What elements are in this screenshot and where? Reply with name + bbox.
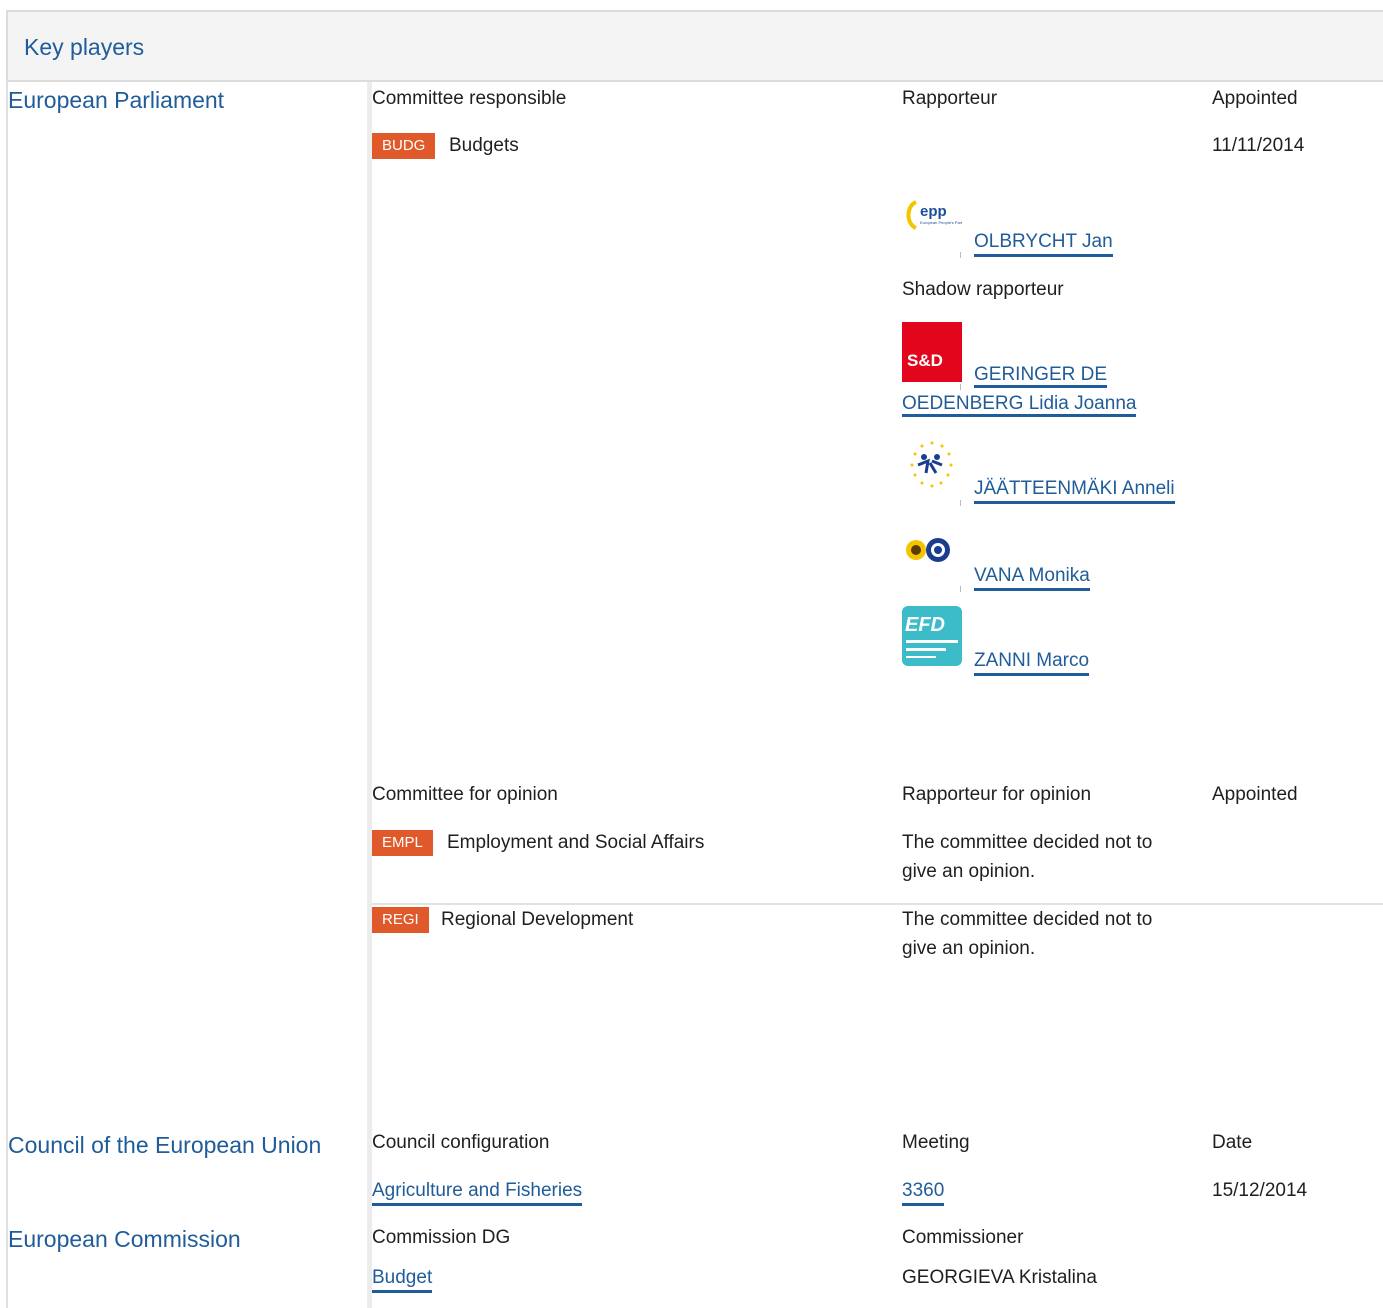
svg-text:European People's Party: European People's Party bbox=[920, 220, 962, 225]
council-config-link[interactable]: Agriculture and Fisheries bbox=[372, 1178, 583, 1206]
committee-name-empl: Employment and Social Affairs bbox=[447, 832, 705, 853]
svg-text:EFD: EFD bbox=[905, 614, 945, 636]
council-link[interactable]: Council of the European Union bbox=[8, 1132, 321, 1159]
row-separator bbox=[372, 903, 1383, 905]
greens-efa-logo-icon bbox=[902, 530, 962, 590]
meeting-date: 15/12/2014 bbox=[1212, 1180, 1308, 1201]
committee-badge-budg: BUDG bbox=[372, 133, 436, 159]
section-title: Key players bbox=[24, 34, 145, 60]
rapporteur-name-link[interactable]: OLBRYCHT Jan bbox=[974, 229, 1113, 257]
rapporteur-heading: Rapporteur bbox=[902, 88, 998, 109]
shadow-rapporteur-geringer[interactable]: GERINGER DE OEDENBERG Lidia Joanna bbox=[902, 360, 1202, 418]
opinion-note-empl-2: give an opinion. bbox=[902, 861, 1036, 882]
commissioner-heading: Commissioner bbox=[902, 1227, 1024, 1248]
committee-name-regi: Regional Development bbox=[441, 909, 634, 930]
meeting-link[interactable]: 3360 bbox=[902, 1178, 945, 1206]
committee-responsible-heading: Committee responsible bbox=[372, 88, 567, 109]
commission-dg-heading: Commission DG bbox=[372, 1227, 511, 1248]
appointed-opinion-heading: Appointed bbox=[1212, 784, 1298, 805]
shadow-rapporteur-zanni[interactable]: ZANNI Marco bbox=[974, 648, 1090, 676]
rapporteur-opinion-heading: Rapporteur for opinion bbox=[902, 784, 1092, 805]
appointed-date: 11/11/2014 bbox=[1212, 135, 1305, 156]
opinion-note-empl-1: The committee decided not to bbox=[902, 832, 1153, 853]
date-heading: Date bbox=[1212, 1132, 1253, 1153]
key-players-header: Key players bbox=[6, 10, 1383, 82]
epp-logo-icon: epp European People's Party bbox=[902, 188, 964, 248]
left-border bbox=[6, 82, 8, 1308]
alde-logo-icon bbox=[902, 435, 962, 495]
committee-opinion-heading: Committee for opinion bbox=[372, 784, 558, 805]
efd-logo-icon: EFD bbox=[902, 606, 962, 666]
logo-tick bbox=[960, 586, 961, 592]
column-divider bbox=[367, 82, 372, 1308]
committee-badge-empl: EMPL bbox=[372, 830, 433, 856]
council-configuration-heading: Council configuration bbox=[372, 1132, 550, 1153]
logo-tick bbox=[960, 500, 961, 506]
commission-link[interactable]: European Commission bbox=[8, 1226, 241, 1253]
logo-tick bbox=[960, 252, 961, 258]
appointed-heading: Appointed bbox=[1212, 88, 1298, 109]
meeting-heading: Meeting bbox=[902, 1132, 970, 1153]
committee-name-budgets: Budgets bbox=[449, 135, 519, 156]
shadow-rapporteur-vana[interactable]: VANA Monika bbox=[974, 563, 1090, 591]
committee-badge-regi: REGI bbox=[372, 907, 429, 933]
opinion-note-regi-1: The committee decided not to bbox=[902, 909, 1153, 930]
opinion-note-regi-2: give an opinion. bbox=[902, 938, 1036, 959]
commissioner-name: GEORGIEVA Kristalina bbox=[902, 1267, 1097, 1288]
svg-text:epp: epp bbox=[920, 203, 947, 220]
shadow-rapporteur-jaatteenmaki[interactable]: JÄÄTTEENMÄKI Anneli bbox=[974, 476, 1175, 504]
commission-dg-link[interactable]: Budget bbox=[372, 1265, 433, 1293]
european-parliament-link[interactable]: European Parliament bbox=[8, 87, 224, 114]
shadow-rapporteur-label: Shadow rapporteur bbox=[902, 279, 1064, 300]
